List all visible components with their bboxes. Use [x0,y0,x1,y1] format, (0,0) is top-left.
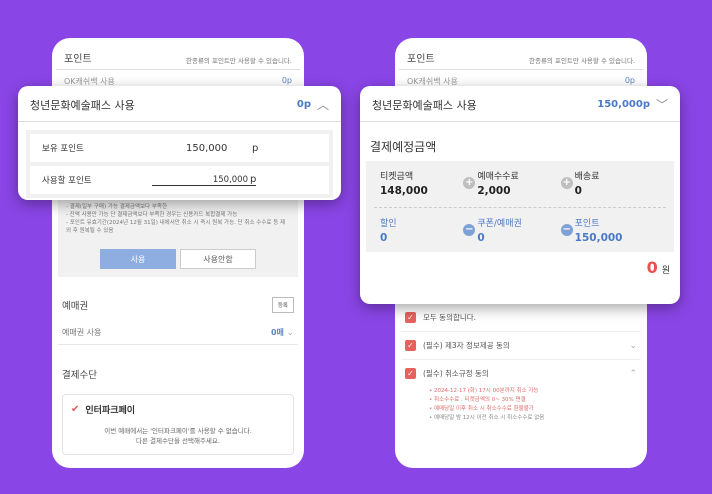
use-points-unit: p [250,174,257,186]
check-icon: ✔ [71,404,80,415]
voucher-register-button[interactable]: 등록 [271,297,294,313]
discount-cell: 할인 0 [374,214,471,246]
points-section-title: 포인트 [407,54,435,65]
shipping-fee-cell: + 배송료 0 [560,167,666,199]
chevron-down-icon: ⌄ [286,328,294,338]
payment-row-1: 티켓금액 148,000 + 예매수수료 2,000 + 배송료 0 [374,167,666,199]
voucher-use-value: 0매 [270,328,284,337]
voucher-title: 예매권 [62,301,89,312]
payment-header: 결제수단 [58,357,298,388]
point-notes: - 결제(일부 구매) 가능 결제금액보다 부족한 - 잔액 사용만 가능 단 … [66,203,290,235]
minus-icon: − [463,224,476,236]
payment-title: 결제수단 [62,370,97,381]
youth-pass-title: 청년문화예술패스 사용 [30,98,135,112]
agree-all-label: 모두 동의합니다. [423,313,477,322]
use-points-input[interactable]: 150,000 [152,175,256,186]
coupon-label: 쿠폰/예매권 [477,219,522,229]
coupon-cell: − 쿠폰/예매권 0 [463,214,568,246]
discount-label: 할인 [380,219,397,229]
chevron-down-icon[interactable]: ﹀ [656,96,668,113]
payment-message-line: 이번 예매에서는 '인터파크페이'를 사용할 수 없습니다. [104,427,252,435]
expected-payment-box: 티켓금액 148,000 + 예매수수료 2,000 + 배송료 0 할인 0 … [366,161,674,252]
payment-message: 이번 예매에서는 '인터파크페이'를 사용할 수 없습니다. 다른 결제수단을 … [71,426,285,446]
shipping-fee-value: 0 [574,185,582,197]
point-value: 150,000 [574,232,623,244]
points-section-note: 한종류의 포인트만 사용할 수 있습니다. [185,57,292,65]
points-section-note: 한종류의 포인트만 사용할 수 있습니다. [528,57,635,65]
payment-method-name: 인터파크페이 [85,406,136,416]
total-unit: 원 [661,266,670,276]
ticket-amount-label: 티켓금액 [380,172,414,182]
booking-fee-label: 예매수수료 [477,172,519,182]
payment-method-title: ✔ 인터파크페이 [71,403,285,416]
youth-pass-header[interactable]: 청년문화예술패스 사용 0p ︿ [18,86,341,122]
use-points-row: 사용할 포인트 150,000 p [30,166,329,194]
cancel-policy-notes: • 2024-12-17 (화) 17시 00분까지 취소 가능 • 취소수수료… [395,387,647,423]
agree-third-party-row[interactable]: ✓ (필수) 제3자 정보제공 동의 ⌄ [401,332,641,360]
booking-fee-cell: + 예매수수료 2,000 [463,167,568,199]
checkbox-checked-icon[interactable]: ✓ [405,340,416,351]
no-use-button[interactable]: 사용안함 [180,249,256,269]
points-section-header: 포인트 한종류의 포인트만 사용할 수 있습니다. [56,38,300,70]
held-points-value: 150,000 [186,142,228,154]
chevron-up-icon[interactable]: ⌃ [629,369,637,379]
agree-third-party-label: (필수) 제3자 정보제공 동의 [423,341,510,350]
use-points-label: 사용할 포인트 [42,176,92,186]
point-use-box: - 결제(일부 구매) 가능 결제금액보다 부족한 - 잔액 사용만 가능 단 … [58,193,298,277]
payment-message-line: 다른 결제수단을 선택해주세요. [136,437,220,445]
total-amount: 0 [646,258,658,277]
cancel-note: • 취소수수료 : 티켓금액의 0~ 30% 면결 [429,397,526,403]
plus-icon: + [463,177,476,189]
agree-cancel-label: (필수) 취소규정 동의 [423,369,489,378]
discount-value: 0 [380,232,388,244]
note-line: - 포인트 유효기간(2024년 12월 31일) 내에서만 취소 시 즉시 원… [66,220,286,234]
payment-row-2: 할인 0 − 쿠폰/예매권 0 − 포인트 150,000 [374,207,666,246]
chevron-up-icon[interactable]: ︿ [317,96,329,113]
checkbox-checked-icon[interactable]: ✓ [405,368,416,379]
ticket-amount-cell: 티켓금액 148,000 [374,167,471,199]
payment-method-card[interactable]: ✔ 인터파크페이 이번 예매에서는 '인터파크페이'를 사용할 수 없습니다. … [62,394,294,455]
points-section-title: 포인트 [64,54,92,65]
point-label: 포인트 [574,219,600,229]
coupon-value: 0 [477,232,485,244]
point-button-row: 사용 사용안함 [66,249,290,269]
ticket-amount-value: 148,000 [380,185,428,197]
note-line: - 잔액 사용만 가능 단 결제금액보다 부족한 경우는 신용카드 복합결제 가… [66,212,238,218]
booking-fee-value: 2,000 [477,185,511,197]
youth-pass-value: 0p [296,99,311,110]
agreement-list: ✓ 모두 동의합니다. ✓ (필수) 제3자 정보제공 동의 ⌄ ✓ (필수) … [395,304,647,423]
agree-cancel-row[interactable]: ✓ (필수) 취소규정 동의 ⌃ [401,360,641,387]
cancel-note: • 예매당일 밤 12시 이전 취소 시 취소수수료 없음 [429,415,545,421]
point-cell: − 포인트 150,000 [560,214,666,246]
held-points-row: 보유 포인트 150,000 p [30,134,329,162]
voucher-use-label: 예매권 사용 [62,328,102,337]
point-input-box: 보유 포인트 150,000 p 사용할 포인트 150,000 p [26,130,333,198]
minus-icon: − [560,224,573,236]
youth-pass-value: 150,000p [597,99,650,110]
agree-all-row[interactable]: ✓ 모두 동의합니다. [401,304,641,332]
held-points-label: 보유 포인트 [42,144,84,154]
note-line: - 결제(일부 구매) 가능 결제금액보다 부족한 [66,204,168,210]
checkbox-checked-icon[interactable]: ✓ [405,312,416,323]
shipping-fee-label: 배송료 [574,172,600,182]
chevron-down-icon[interactable]: ⌄ [629,341,637,351]
youth-pass-title: 청년문화예술패스 사용 [372,98,477,112]
points-section-header: 포인트 한종류의 포인트만 사용할 수 있습니다. [399,38,643,70]
voucher-header: 예매권 등록 [58,291,298,319]
cancel-note: • 예매당일 이후 취소 시 취소수수료 환불불가 [429,406,534,412]
plus-icon: + [560,177,573,189]
youth-pass-popup-right: 청년문화예술패스 사용 150,000p ﹀ 결제예정금액 티켓금액 148,00… [360,86,680,304]
use-button[interactable]: 사용 [100,249,176,269]
youth-pass-popup-left: 청년문화예술패스 사용 0p ︿ 보유 포인트 150,000 p 사용할 포인트… [18,86,341,200]
youth-pass-header[interactable]: 청년문화예술패스 사용 150,000p ﹀ [360,86,680,122]
voucher-use-row[interactable]: 예매권 사용 0매 ⌄ [58,319,298,345]
held-points-unit: p [252,142,259,154]
expected-payment-title: 결제예정금액 [370,140,437,154]
total-row: 0 원 [360,252,680,283]
cancel-note: • 2024-12-17 (화) 17시 00분까지 취소 가능 [429,388,539,394]
